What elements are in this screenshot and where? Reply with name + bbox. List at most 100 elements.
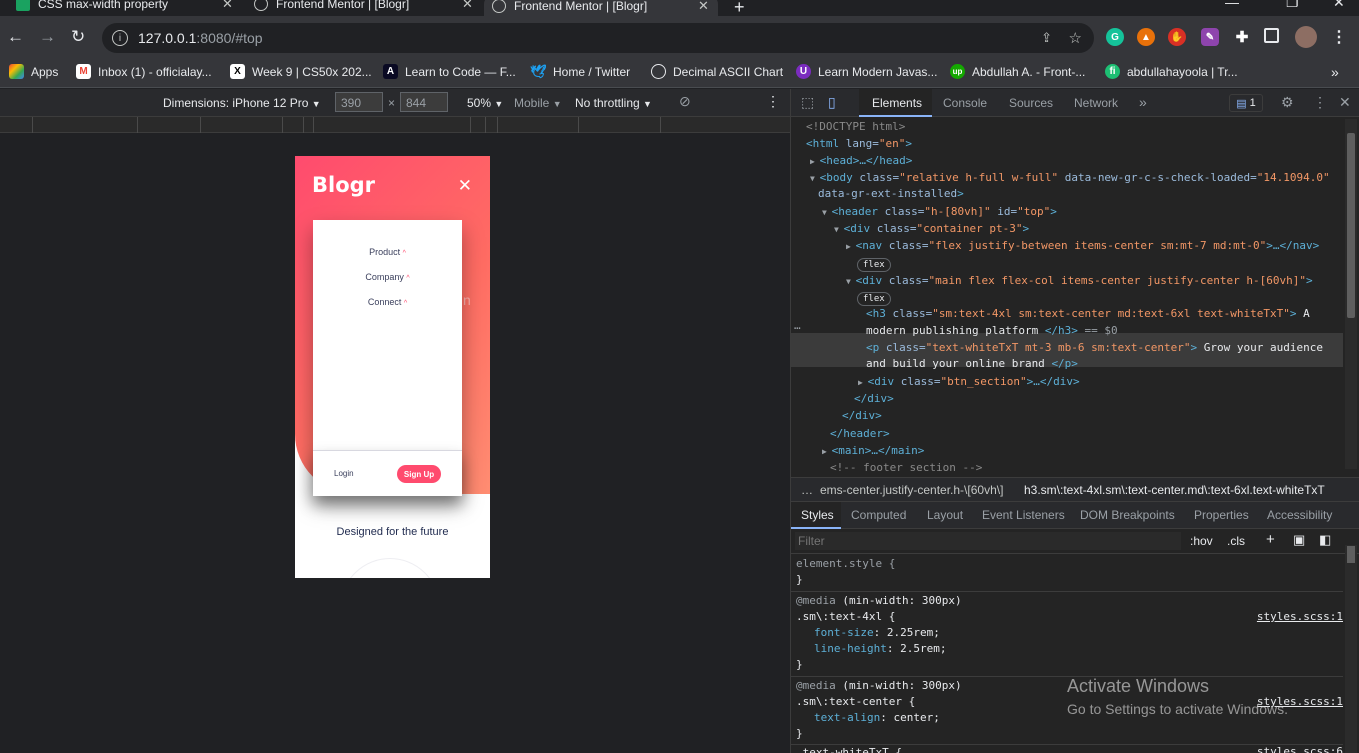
close-menu-icon[interactable]: ✕ xyxy=(458,176,472,196)
profile-avatar[interactable] xyxy=(1295,26,1317,48)
browser-tab[interactable]: CSS max-width property ✕ xyxy=(8,0,238,12)
subtab-properties[interactable]: Properties xyxy=(1194,508,1249,522)
share-icon[interactable]: ⇪ xyxy=(1041,30,1052,46)
menu-item-company[interactable]: Company ^ xyxy=(313,272,462,282)
side-panel-icon[interactable] xyxy=(1264,28,1279,43)
zoom-dropdown[interactable]: 50% ▼ xyxy=(467,96,503,110)
device-more-icon[interactable]: ⋮ xyxy=(766,93,780,110)
dom-node[interactable]: <p class="text-whiteTxT mt-3 mb-6 sm:tex… xyxy=(866,340,1323,356)
source-link[interactable]: styles.scss:1 xyxy=(1257,610,1343,623)
collapse-arrow-icon[interactable]: ▼ xyxy=(822,208,832,217)
dom-node[interactable]: </div> xyxy=(842,408,882,424)
adblock-icon[interactable]: ✋ xyxy=(1168,28,1186,46)
subtab-accessibility[interactable]: Accessibility xyxy=(1267,508,1332,522)
subtab-layout[interactable]: Layout xyxy=(927,508,963,522)
expand-arrow-icon[interactable]: ▶ xyxy=(810,157,820,166)
height-input[interactable]: 844 xyxy=(400,92,448,112)
styles-scroll-thumb[interactable] xyxy=(1347,546,1355,563)
toggle-sidebar-icon[interactable]: ◧ xyxy=(1319,532,1331,548)
bookmark-twitter[interactable]: 🕊 Home / Twitter xyxy=(530,64,630,79)
bookmark-ascii[interactable]: Decimal ASCII Chart xyxy=(651,64,783,79)
styles-filter-input[interactable] xyxy=(795,532,1181,550)
bookmark-gmail[interactable]: M Inbox (1) - officialay... xyxy=(76,64,212,79)
extension-icon[interactable]: ▲ xyxy=(1137,28,1155,46)
node-actions-icon[interactable]: … xyxy=(794,318,801,334)
collapse-arrow-icon[interactable]: ▼ xyxy=(810,174,820,183)
dom-node-selected[interactable]: <h3 class="sm:text-4xl sm:text-center md… xyxy=(866,306,1310,322)
dom-node[interactable]: <!-- footer section --> xyxy=(830,460,982,472)
window-close-icon[interactable]: ✕ xyxy=(1333,0,1345,11)
dom-node[interactable]: ▼ <div class="main flex flex-col items-c… xyxy=(846,273,1313,290)
rule-selector[interactable]: .sm\:text-4xl { xyxy=(796,609,895,625)
subtab-event-listeners[interactable]: Event Listeners xyxy=(982,508,1065,522)
hov-toggle[interactable]: :hov xyxy=(1190,534,1213,548)
inspect-element-icon[interactable]: ⬚ xyxy=(801,94,814,111)
signup-button[interactable]: Sign Up xyxy=(397,465,441,483)
cls-toggle[interactable]: .cls xyxy=(1227,534,1245,548)
bookmark-upwork[interactable]: up Abdullah A. - Front-... xyxy=(950,64,1085,79)
dimensions-dropdown[interactable]: Dimensions: iPhone 12 Pro ▼ xyxy=(163,96,321,110)
subtab-styles[interactable]: Styles xyxy=(801,508,834,522)
element-state-icon[interactable]: ▣ xyxy=(1293,532,1305,548)
menu-item-product[interactable]: Product ^ xyxy=(313,247,462,257)
close-tab-icon[interactable]: ✕ xyxy=(222,0,233,12)
element-style-rule[interactable]: element.style { xyxy=(796,556,895,572)
login-link[interactable]: Login xyxy=(334,469,354,478)
collapse-arrow-icon[interactable]: ▼ xyxy=(846,277,856,286)
address-bar[interactable]: i 127.0.0.1:8080/#top ⇪ ☆ xyxy=(102,23,1094,53)
rule-selector[interactable]: .sm\:text-center { xyxy=(796,694,915,710)
expand-arrow-icon[interactable]: ▶ xyxy=(822,447,832,456)
dom-node[interactable]: <html lang="en"> xyxy=(806,136,912,152)
source-link[interactable]: styles.scss:6 xyxy=(1257,745,1343,753)
collapse-arrow-icon[interactable]: ▼ xyxy=(834,225,844,234)
devtools-more-icon[interactable]: ⋮ xyxy=(1313,94,1327,111)
throttling-dropdown[interactable]: No throttling ▼ xyxy=(575,96,652,110)
reload-icon[interactable]: ↻ xyxy=(71,27,85,47)
dom-node[interactable]: </div> xyxy=(854,391,894,407)
issues-badge[interactable]: ▤ 1 xyxy=(1229,94,1263,112)
bookmark-apps[interactable]: Apps xyxy=(9,64,58,79)
browser-tab[interactable]: Frontend Mentor | [Blogr] ✕ xyxy=(246,0,476,12)
dom-node[interactable]: ▼ <header class="h-[80vh]" id="top"> xyxy=(822,204,1057,221)
bookmarks-overflow-icon[interactable]: » xyxy=(1331,64,1339,80)
width-input[interactable]: 390 xyxy=(335,92,383,112)
dom-node[interactable]: ▼ <div class="container pt-3"> xyxy=(834,221,1029,238)
blogr-logo[interactable]: Blogr xyxy=(312,173,375,197)
add-rule-icon[interactable]: + xyxy=(1266,531,1275,548)
dom-node[interactable]: ▶ <head>…</head> xyxy=(810,153,912,170)
colorzilla-icon[interactable]: ✎ xyxy=(1201,28,1219,46)
mode-dropdown[interactable]: Mobile ▼ xyxy=(514,96,562,110)
tab-console[interactable]: Console xyxy=(943,96,987,110)
styles-scrollbar[interactable] xyxy=(1345,545,1357,753)
bookmark-star-icon[interactable]: ☆ xyxy=(1069,29,1082,47)
bookmark-fiverr[interactable]: fi abdullahayoola | Tr... xyxy=(1105,64,1238,79)
css-property[interactable]: text-align: center; xyxy=(814,710,940,726)
dom-node[interactable]: </header> xyxy=(830,426,890,442)
subtab-computed[interactable]: Computed xyxy=(851,508,906,522)
tab-sources[interactable]: Sources xyxy=(1009,96,1053,110)
browser-tab-active[interactable]: Frontend Mentor | [Blogr] ✕ xyxy=(484,0,718,16)
back-icon[interactable]: ← xyxy=(7,27,24,47)
bookmark-freecodecamp[interactable]: A Learn to Code — F... xyxy=(383,64,516,79)
site-info-icon[interactable]: i xyxy=(112,30,128,46)
close-devtools-icon[interactable]: ✕ xyxy=(1339,94,1351,111)
close-tab-icon[interactable]: ✕ xyxy=(462,0,473,12)
expand-arrow-icon[interactable]: ▶ xyxy=(858,378,868,387)
minimize-icon[interactable]: — xyxy=(1225,0,1239,10)
breadcrumb-item-current[interactable]: h3.sm\:text-4xl.sm\:text-center.md\:text… xyxy=(1024,483,1325,497)
menu-item-connect[interactable]: Connect ^ xyxy=(313,297,462,307)
rule-selector[interactable]: .text-whiteTxT { xyxy=(796,745,902,753)
subtab-dom-breakpoints[interactable]: DOM Breakpoints xyxy=(1080,508,1175,522)
dom-node[interactable]: ▶ <main>…</main> xyxy=(822,443,924,460)
breadcrumb-item[interactable]: ems-center.justify-center.h-\[60vh\] xyxy=(820,483,1003,497)
dom-node[interactable]: ▶ <div class="btn_section">…</div> xyxy=(858,374,1080,391)
forward-icon[interactable]: → xyxy=(39,27,56,47)
media-query-ruler[interactable] xyxy=(0,117,790,133)
grammarly-icon[interactable]: G xyxy=(1106,28,1124,46)
url-text[interactable]: 127.0.0.1:8080/#top xyxy=(138,30,263,46)
restore-icon[interactable]: ❐ xyxy=(1286,0,1299,11)
expand-arrow-icon[interactable]: ▶ xyxy=(846,242,856,251)
bookmark-js[interactable]: U Learn Modern Javas... xyxy=(796,64,937,79)
dom-node[interactable]: <!DOCTYPE html> xyxy=(806,119,905,135)
dom-scroll-thumb[interactable] xyxy=(1347,133,1355,318)
